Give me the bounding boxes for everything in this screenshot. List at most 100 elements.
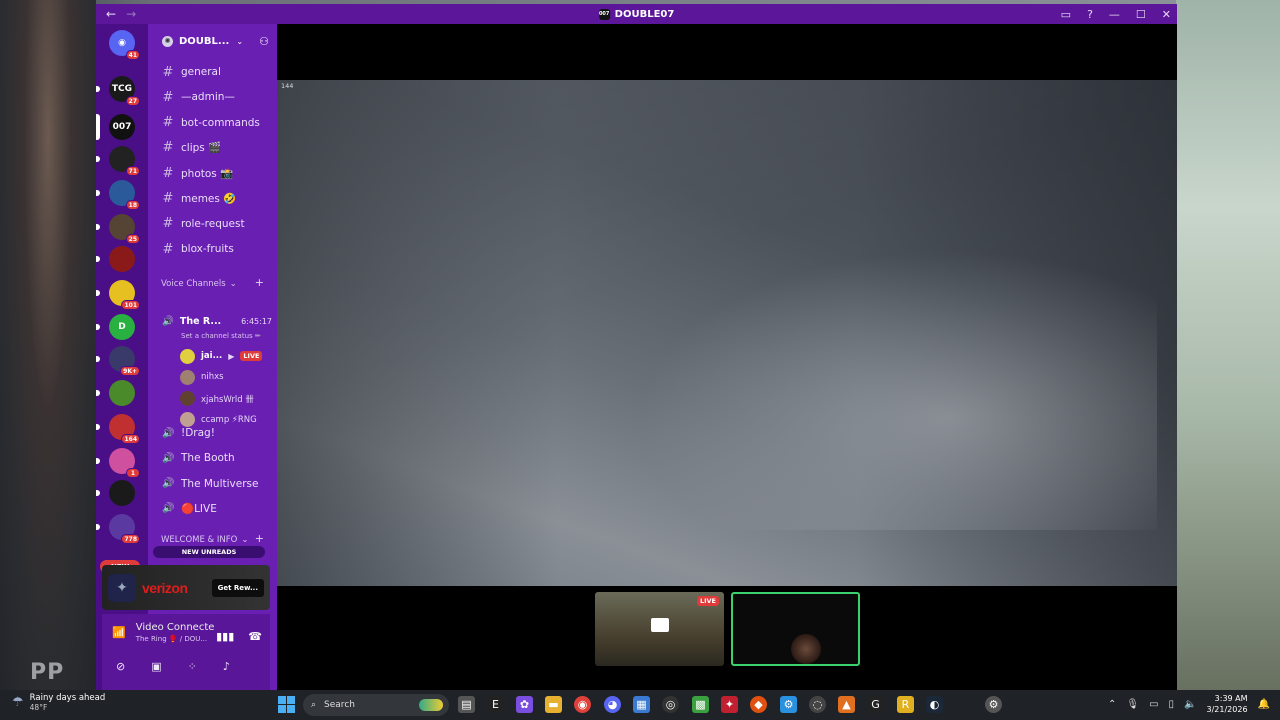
- steam-icon[interactable]: ◐: [926, 696, 943, 713]
- text-channel[interactable]: # clips 🎬: [162, 139, 222, 157]
- voice-timer: 6:45:17: [241, 317, 272, 326]
- text-channel[interactable]: # blox-fruits: [162, 240, 234, 258]
- ea-icon[interactable]: ◆: [750, 696, 767, 713]
- new-unreads-pill[interactable]: NEW UNREADS: [153, 546, 265, 558]
- activities-icon[interactable]: ⁘: [188, 660, 197, 673]
- chrome-icon[interactable]: ◉: [574, 696, 591, 713]
- voice-connection-sub[interactable]: The Ring 🥊 / DOU...: [136, 635, 215, 643]
- server-icon: ✺: [162, 35, 173, 47]
- server-unread-pip: [96, 256, 100, 262]
- taskbar-search[interactable]: ⌕ Search: [303, 694, 449, 716]
- main-video-stream[interactable]: 144: [277, 80, 1177, 586]
- server-icon[interactable]: 007: [96, 114, 135, 140]
- server-icon[interactable]: 9K+: [96, 346, 140, 376]
- server-unread-pip: [96, 490, 100, 496]
- notification-bell-icon[interactable]: 🔔: [1258, 699, 1270, 710]
- voice-category[interactable]: Voice Channels ⌄: [161, 279, 237, 289]
- voice-user-name: xjahsWrld 卌: [201, 394, 254, 405]
- text-channel[interactable]: # —admin—: [162, 88, 235, 106]
- display-icon[interactable]: ▭: [1149, 699, 1158, 710]
- maximize-button[interactable]: ☐: [1136, 8, 1146, 21]
- server-icon[interactable]: 164: [96, 414, 140, 444]
- server-header[interactable]: ✺ DOUBL... ⌄ ⚇: [148, 24, 277, 58]
- app-icon[interactable]: ▲: [838, 696, 855, 713]
- discord-home-icon[interactable]: ◉ 41: [109, 30, 140, 60]
- camera-thumbnail[interactable]: [731, 592, 860, 666]
- server-icon[interactable]: 71: [96, 146, 140, 176]
- voice-channel[interactable]: 🔊 The Booth: [162, 449, 235, 467]
- voice-channel[interactable]: 🔊 The Multiverse: [162, 475, 258, 493]
- noise-suppression-icon[interactable]: ▮▮▮: [216, 630, 234, 643]
- soundboard-icon[interactable]: ♪: [223, 660, 230, 673]
- app-icon[interactable]: ◌: [809, 696, 826, 713]
- text-channel[interactable]: # general: [162, 63, 221, 81]
- chevron-down-icon[interactable]: ⌄: [236, 37, 243, 46]
- minecraft-icon[interactable]: ▩: [692, 696, 709, 713]
- clock[interactable]: 3:39 AM 3/21/2026: [1207, 693, 1248, 715]
- text-channel[interactable]: # photos 📸: [162, 164, 234, 182]
- server-icon[interactable]: 25: [96, 214, 140, 244]
- server-icon[interactable]: TCG 27: [96, 76, 140, 106]
- game-launcher-icon[interactable]: ✦: [721, 696, 738, 713]
- file-explorer-icon[interactable]: ▬: [545, 696, 562, 713]
- copilot-icon[interactable]: ✿: [516, 696, 533, 713]
- forward-arrow-icon[interactable]: →: [126, 7, 136, 21]
- add-voice-channel-icon[interactable]: +: [255, 276, 264, 289]
- windows-start-icon[interactable]: [278, 696, 295, 713]
- minimize-button[interactable]: —: [1109, 8, 1120, 21]
- volume-icon[interactable]: 🔈: [1184, 699, 1196, 710]
- add-channel-icon[interactable]: +: [255, 532, 264, 545]
- rockstar-icon[interactable]: R: [897, 696, 914, 713]
- voice-user[interactable]: jai... ▶ LIVE: [180, 348, 263, 364]
- settings-icon[interactable]: ⚙: [985, 696, 1002, 713]
- app-icon[interactable]: ⚙: [780, 696, 797, 713]
- server-icon[interactable]: [96, 480, 135, 506]
- channel-name: —admin—: [181, 91, 235, 104]
- nav-buttons: ← →: [96, 7, 136, 21]
- server-icon[interactable]: 778: [96, 514, 140, 544]
- text-channel[interactable]: # role-request: [162, 215, 245, 233]
- stream-thumbnail[interactable]: LIVE: [595, 592, 724, 666]
- invite-user-icon[interactable]: ⚇: [259, 35, 269, 48]
- voice-user[interactable]: xjahsWrld 卌: [180, 391, 254, 407]
- network-icon[interactable]: ▯: [1169, 699, 1175, 710]
- back-arrow-icon[interactable]: ←: [106, 7, 116, 21]
- discord-taskbar-icon[interactable]: ◕: [604, 696, 621, 713]
- ad-button[interactable]: Get Rew...: [211, 578, 264, 597]
- server-icon[interactable]: [96, 246, 135, 272]
- screen-share-icon[interactable]: ▣: [151, 660, 161, 673]
- server-icon[interactable]: 101: [96, 280, 140, 310]
- active-voice-channel[interactable]: 🔊 The R... 6:45:17: [162, 316, 272, 327]
- voice-user[interactable]: nihxs: [180, 369, 224, 385]
- camera-off-icon[interactable]: ⊘: [116, 660, 125, 673]
- server-icon[interactable]: D: [96, 314, 135, 340]
- server-badge: 71: [125, 166, 140, 176]
- server-icon[interactable]: [96, 380, 135, 406]
- microphone-icon[interactable]: 🎙: [1126, 699, 1139, 710]
- close-button[interactable]: ✕: [1162, 8, 1171, 21]
- store-icon[interactable]: ▦: [633, 696, 650, 713]
- server-icon[interactable]: 1: [96, 448, 140, 478]
- inbox-icon[interactable]: ▭: [1061, 8, 1071, 21]
- voice-channel[interactable]: 🔊 🔴LIVE: [162, 500, 217, 518]
- server-unread-pip: [96, 156, 100, 162]
- task-view-icon[interactable]: ▤: [458, 696, 475, 713]
- server-badge: 101: [121, 300, 140, 310]
- obs-icon[interactable]: ◎: [662, 696, 679, 713]
- help-icon[interactable]: ?: [1087, 8, 1093, 21]
- disconnect-icon[interactable]: ☎: [248, 630, 262, 643]
- epic-games-icon[interactable]: E: [487, 696, 504, 713]
- text-channel[interactable]: # bot-commands: [162, 114, 260, 132]
- ad-banner[interactable]: ✦ verizon Get Rew...: [102, 565, 270, 610]
- welcome-category[interactable]: WELCOME & INFO ⌄: [161, 535, 248, 545]
- hash-icon: #: [162, 89, 174, 105]
- logitech-icon[interactable]: G: [867, 696, 884, 713]
- text-channel[interactable]: # memes 🤣: [162, 190, 237, 208]
- chevron-down-icon: ⌄: [241, 535, 249, 545]
- voice-channel[interactable]: 🔊 !Drag!: [162, 424, 215, 442]
- weather-widget[interactable]: ☂ Rainy days ahead 48°F: [12, 693, 105, 712]
- channel-status[interactable]: Set a channel status ✏: [181, 332, 261, 340]
- server-icon[interactable]: 18: [96, 180, 140, 210]
- chevron-up-icon[interactable]: ⌃: [1108, 699, 1116, 710]
- hash-icon: #: [162, 216, 174, 232]
